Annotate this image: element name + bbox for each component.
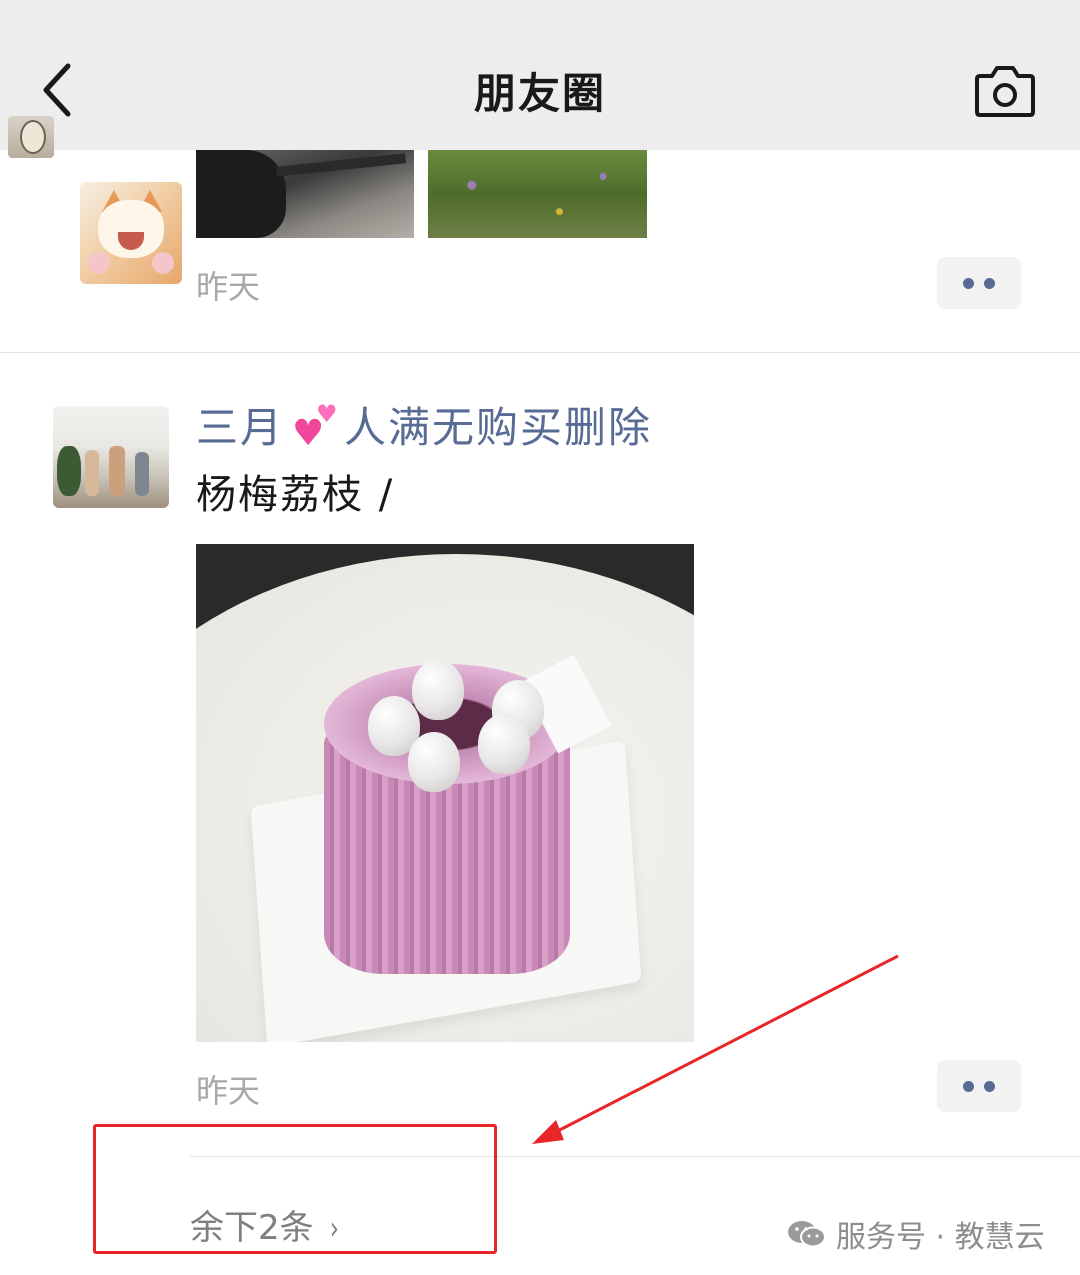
two-hearts-icon: ♥ ♥	[292, 400, 340, 454]
cat-paw	[152, 252, 174, 274]
more-button[interactable]	[937, 1060, 1021, 1112]
avatar-face	[20, 120, 46, 154]
avatar-tree	[57, 446, 81, 496]
post-username[interactable]: 三月 ♥ ♥ 人满无购买删除	[196, 394, 652, 455]
more-button[interactable]	[937, 257, 1021, 309]
camera-button[interactable]	[974, 62, 1036, 118]
lychee	[408, 732, 460, 792]
annotation-arrow	[532, 954, 899, 1144]
post-divider	[0, 352, 1080, 353]
username-part2: 人满无购买删除	[344, 403, 653, 452]
lychee	[412, 660, 464, 720]
annotation-highlight-box	[93, 1124, 497, 1254]
watermark: 服务号 · 教慧云	[786, 1212, 1045, 1256]
more-dots-icon	[984, 278, 995, 289]
more-dots-icon	[984, 1081, 995, 1092]
photo-glove	[196, 150, 286, 238]
post-photo[interactable]	[196, 150, 414, 238]
avatar[interactable]	[53, 406, 169, 508]
page-title: 朋友圈	[473, 69, 606, 118]
avatar[interactable]	[80, 182, 182, 284]
avatar-person	[135, 452, 149, 496]
camera-icon	[975, 66, 1035, 117]
more-dots-icon	[963, 1081, 974, 1092]
post-text: 杨梅荔枝 /	[196, 472, 395, 518]
navigation-bar: 朋友圈	[0, 0, 1080, 150]
cat-paw	[88, 252, 110, 274]
username-part1: 三月	[196, 403, 285, 452]
wechat-icon	[788, 1221, 826, 1248]
avatar-person	[85, 450, 99, 496]
lychee	[478, 714, 530, 774]
post-photo[interactable]	[428, 150, 647, 238]
watermark-text: 服务号 · 教慧云	[836, 1220, 1045, 1255]
post-timestamp: 昨天	[196, 1072, 261, 1110]
photo-handlebar	[275, 153, 407, 177]
more-dots-icon	[963, 278, 974, 289]
floating-avatar[interactable]	[8, 116, 54, 158]
avatar-person	[109, 446, 125, 496]
post-timestamp: 昨天	[196, 268, 261, 306]
